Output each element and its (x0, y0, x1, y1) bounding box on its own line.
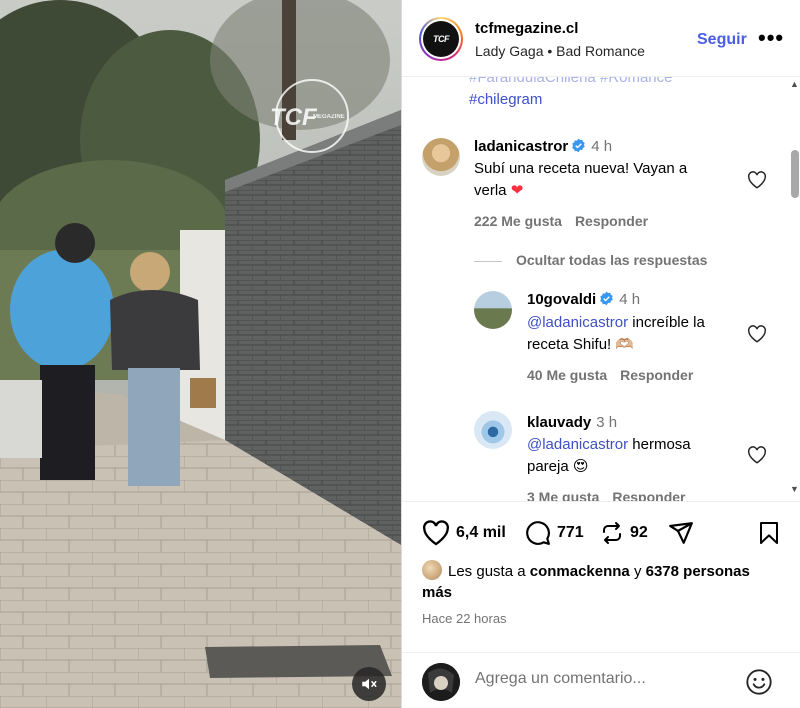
likes-middle: y (629, 563, 646, 580)
scroll-down-arrow-icon[interactable]: ▼ (790, 484, 799, 494)
reply-text: @ladanicastror increíble la receta Shifu… (527, 312, 705, 356)
add-comment-bar (402, 652, 800, 708)
comment-line: Subí una receta nueva! Vayan a (474, 160, 688, 177)
reply-avatar[interactable] (474, 411, 512, 449)
verified-badge-icon (572, 138, 585, 153)
like-comment-heart-icon[interactable] (747, 171, 767, 189)
reply-username[interactable]: 10govaldi (527, 291, 596, 308)
reply-header: klauvady 3 h (527, 414, 617, 431)
avatar-image (422, 663, 460, 701)
muted-speaker-icon (362, 678, 377, 690)
like-count: 6,4 mil (456, 524, 506, 541)
liker-username[interactable]: conmackenna (530, 563, 630, 580)
comment-line: verla (474, 182, 507, 199)
video-frame (0, 0, 401, 708)
like-button[interactable]: 6,4 mil (422, 520, 506, 546)
reply-avatar[interactable] (474, 291, 512, 329)
repost-button[interactable]: 92 (600, 520, 648, 546)
scroll-up-arrow-icon[interactable]: ▲ (790, 79, 799, 89)
author-username[interactable]: tcfmegazine.cl (475, 20, 578, 37)
reply-line: receta Shifu! 🫶🏼 (527, 336, 635, 353)
mention-link[interactable]: @ladanicastror (527, 436, 628, 453)
post-time[interactable]: Hace 22 horas (422, 611, 507, 626)
like-reply-heart-icon[interactable] (747, 446, 767, 464)
commenter-avatar[interactable] (422, 138, 460, 176)
save-button[interactable] (757, 520, 781, 546)
repost-count: 92 (630, 524, 648, 541)
repost-icon (603, 522, 621, 544)
reply-text: @ladanicastror hermosa pareja 😍 (527, 434, 691, 478)
mute-button[interactable] (352, 667, 386, 701)
like-reply-heart-icon[interactable] (747, 325, 767, 343)
commenter-username[interactable]: ladanicastror (474, 138, 568, 155)
reply-header: 10govaldi 4 h (527, 291, 640, 308)
emoji-icon[interactable] (745, 668, 773, 696)
comment-count: 771 (557, 524, 584, 541)
reply-time: 4 h (619, 291, 641, 308)
reply-button[interactable]: Responder (612, 489, 685, 501)
comment-text: Subí una receta nueva! Vayan a verla ❤ (474, 158, 687, 202)
current-user-avatar[interactable] (422, 663, 460, 701)
comment-button[interactable]: 771 (525, 520, 584, 546)
hashtag[interactable]: #FarandulaChilena (469, 77, 596, 86)
caption-hashtags: #FarandulaChilena #Romance #chilegram (469, 77, 672, 111)
reply-button[interactable]: Responder (575, 213, 648, 229)
likes-prefix: Les gusta a (448, 563, 530, 580)
liker-avatar[interactable] (422, 560, 442, 580)
reply-meta: 40 Me gusta Responder (527, 367, 706, 383)
post-header: TCF tcfmegazine.cl Lady Gaga • Bad Roman… (402, 0, 800, 77)
heart-icon (423, 520, 449, 546)
bookmark-icon (760, 522, 778, 544)
post-panel: TCF tcfmegazine.cl Lady Gaga • Bad Roman… (401, 0, 800, 708)
reply-username[interactable]: klauvady (527, 414, 591, 431)
watermark-sub: MEGAZINE (313, 114, 345, 120)
audio-track[interactable]: Lady Gaga • Bad Romance (475, 43, 645, 59)
scrollbar-thumb[interactable] (791, 150, 799, 198)
divider-line (474, 260, 502, 262)
hashtag[interactable]: #Romance (600, 77, 673, 86)
follow-button[interactable]: Seguir (697, 31, 747, 49)
comment-header: ladanicastror 4 h (474, 138, 612, 155)
verified-badge-icon (600, 291, 613, 306)
reply-time: 3 h (596, 414, 618, 431)
likes-summary: Les gusta a conmackenna y 6378 personas … (422, 560, 782, 603)
more-options-icon[interactable]: ••• (758, 25, 784, 51)
comments-list[interactable]: #FarandulaChilena #Romance #chilegram la… (402, 77, 800, 501)
reply-meta: 3 Me gusta Responder (527, 489, 698, 501)
hashtag[interactable]: #chilegram (469, 91, 542, 108)
share-button[interactable] (668, 520, 694, 546)
hide-replies-label: Ocultar todas las respuestas (516, 252, 708, 268)
avatar-logo: TCF (423, 21, 459, 57)
watermark-logo: TCF (270, 104, 317, 131)
comment-bubble-icon (526, 521, 550, 545)
comment-meta: 222 Me gusta Responder (474, 213, 661, 229)
reply-button[interactable]: Responder (620, 367, 693, 383)
paper-plane-icon (669, 522, 693, 544)
red-heart-emoji: ❤ (510, 182, 524, 199)
reply-likes[interactable]: 3 Me gusta (527, 489, 599, 501)
reply-line: pareja 😍 (527, 458, 589, 475)
reel-video[interactable]: TCF MEGAZINE (0, 0, 401, 708)
reply-line: increíble la (628, 314, 705, 331)
author-avatar[interactable]: TCF (419, 17, 463, 61)
hide-replies-button[interactable]: Ocultar todas las respuestas (474, 252, 707, 268)
comment-time: 4 h (591, 138, 613, 155)
post-actions: 6,4 mil 771 92 (402, 501, 800, 563)
mention-link[interactable]: @ladanicastror (527, 314, 628, 331)
comments-scrollbar[interactable]: ▲ ▼ (787, 77, 800, 501)
comment-likes[interactable]: 222 Me gusta (474, 213, 562, 229)
comment-input[interactable] (475, 670, 735, 688)
reply-likes[interactable]: 40 Me gusta (527, 367, 607, 383)
reply-line: hermosa (628, 436, 691, 453)
